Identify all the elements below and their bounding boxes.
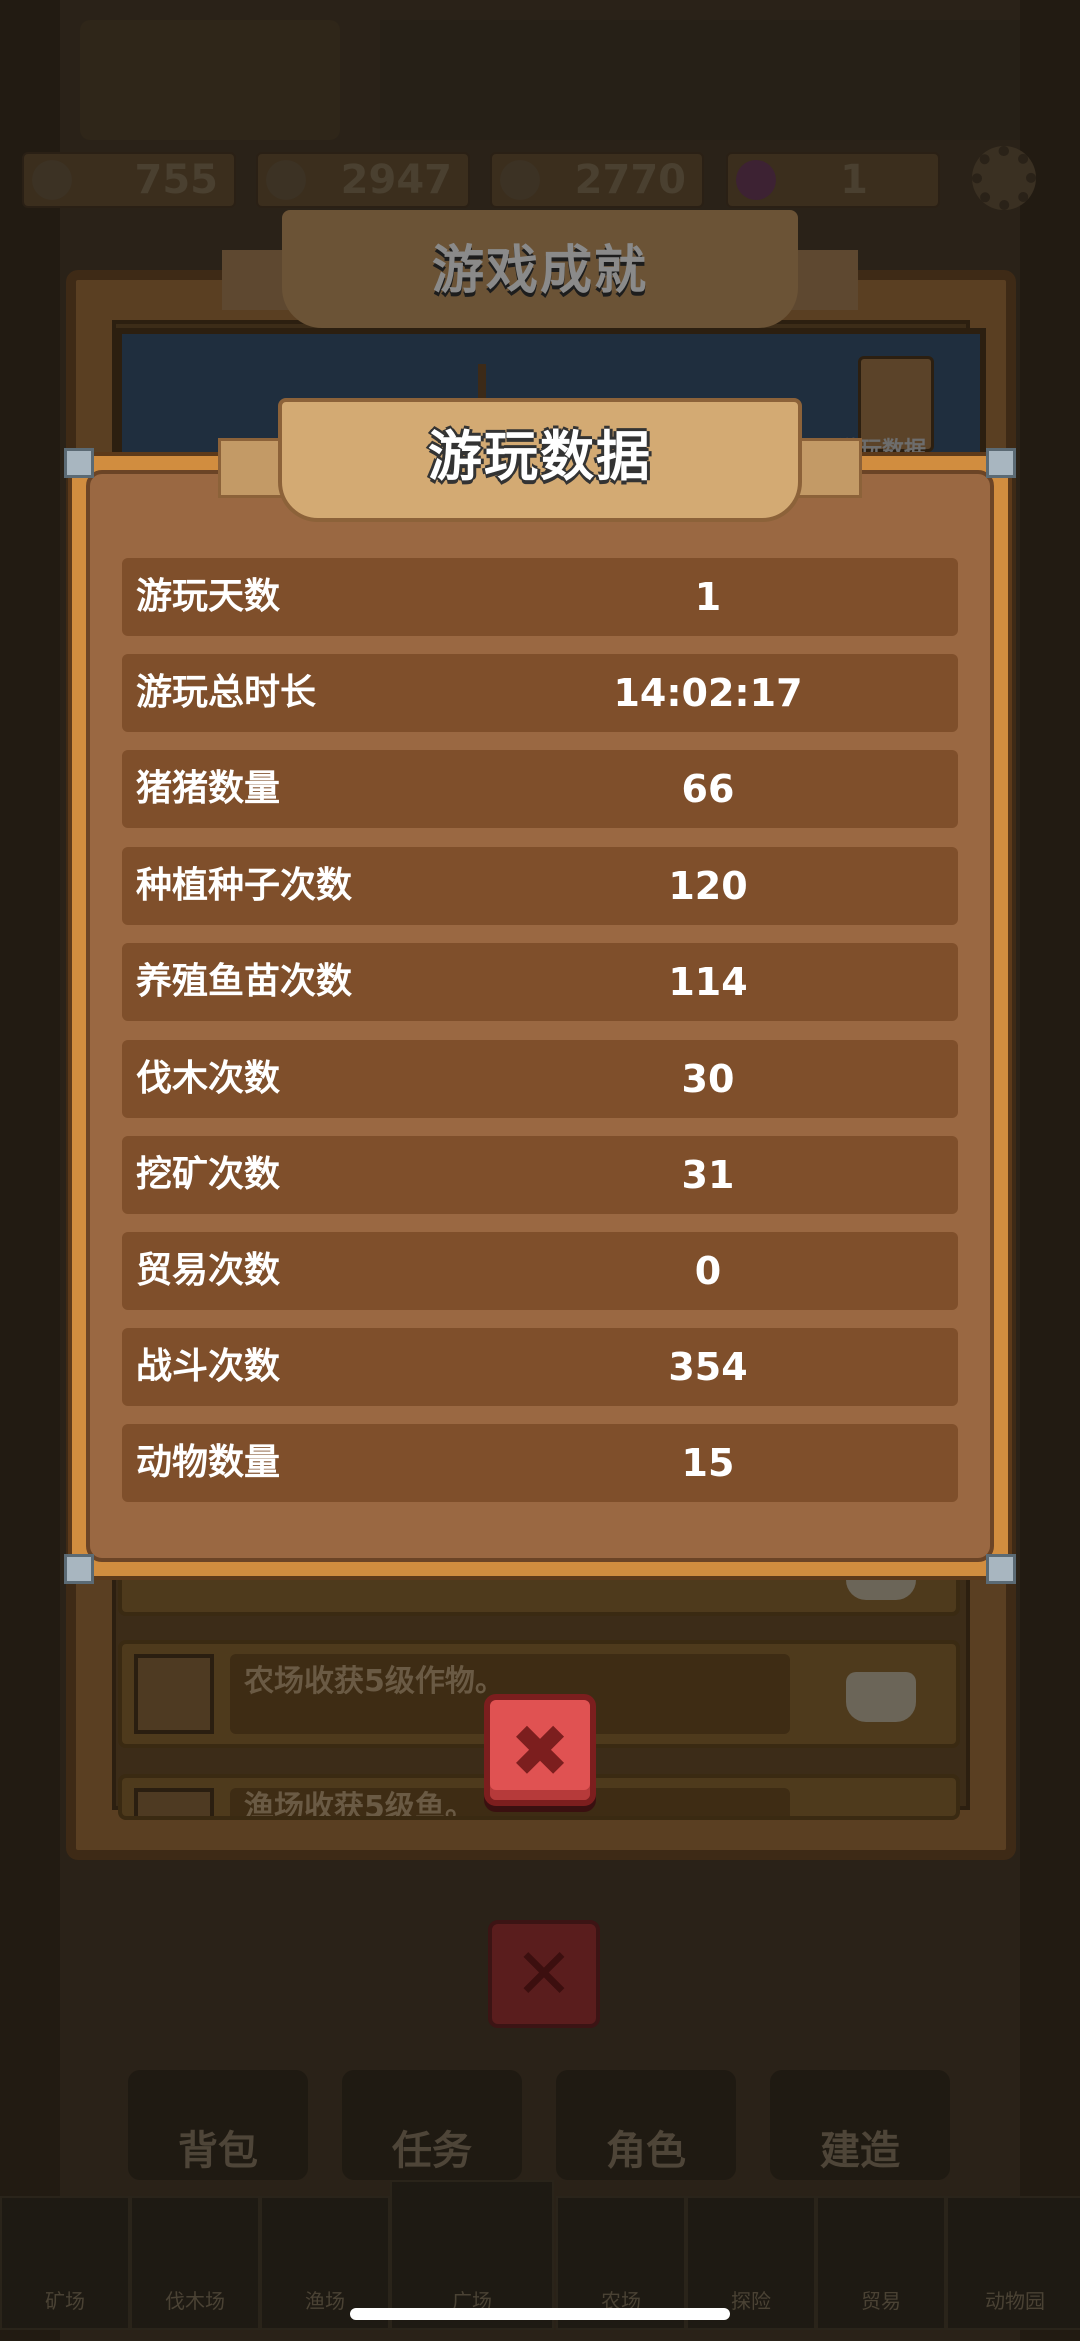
stat-row-pig-count: 猪猪数量 66 xyxy=(122,750,958,828)
settings-gear-icon[interactable] xyxy=(972,146,1036,210)
home-indicator[interactable] xyxy=(350,2308,730,2320)
achievement-badge-icon xyxy=(134,1788,214,1816)
stat-row-battles: 战斗次数 354 xyxy=(122,1328,958,1406)
coin-icon xyxy=(32,160,72,200)
heart-icon xyxy=(736,160,776,200)
character-button[interactable]: 角色 xyxy=(556,2070,736,2180)
card-icon xyxy=(266,160,306,200)
tab-zoo[interactable]: 动物园 xyxy=(946,2196,1080,2330)
stat-row-logging: 伐木次数 30 xyxy=(122,1040,958,1118)
achievement-badge-icon xyxy=(134,1654,214,1734)
backpack-button[interactable]: 背包 xyxy=(128,2070,308,2180)
stat-row-mining: 挖矿次数 31 xyxy=(122,1136,958,1214)
build-button[interactable]: 建造 xyxy=(770,2070,950,2180)
hearts-counter: 1 xyxy=(726,152,940,208)
panel-corner xyxy=(986,448,1016,478)
tasks-button[interactable]: 任务 xyxy=(342,2070,522,2180)
close-x-icon: ✖ xyxy=(509,1709,571,1793)
right-edge-scene xyxy=(1020,0,1080,2341)
ore-icon xyxy=(500,160,540,200)
stat-row-fish-raised: 养殖鱼苗次数 114 xyxy=(122,943,958,1021)
achievement-text: 渔场收获5级鱼。 xyxy=(244,1790,475,1820)
stat-row-trades: 贸易次数 0 xyxy=(122,1232,958,1310)
panel-corner xyxy=(64,1554,94,1584)
panel-corner xyxy=(64,448,94,478)
bg-building xyxy=(80,20,340,140)
play-data-banner: 游玩数据 xyxy=(218,398,862,522)
achievements-title: 游戏成就 xyxy=(431,241,648,301)
gold-counter: 755 xyxy=(22,152,236,208)
achievements-banner: 游戏成就 xyxy=(222,210,858,328)
resource2-counter: 2947 xyxy=(256,152,470,208)
stat-row-total-playtime: 游玩总时长 14:02:17 xyxy=(122,654,958,732)
bg-scenery xyxy=(380,20,1020,140)
tab-trade[interactable]: 贸易 xyxy=(816,2196,946,2330)
panel-corner xyxy=(986,1554,1016,1584)
tab-mine[interactable]: 矿场 xyxy=(0,2196,130,2330)
play-data-title: 游玩数据 xyxy=(428,425,652,488)
claim-hand-icon[interactable] xyxy=(846,1672,916,1722)
tab-lumberyard[interactable]: 伐木场 xyxy=(130,2196,260,2330)
close-button[interactable]: ✖ xyxy=(484,1694,596,1806)
background-close-button[interactable]: ✕ xyxy=(488,1920,600,2028)
stat-row-animals: 动物数量 15 xyxy=(122,1424,958,1502)
stat-row-play-days: 游玩天数 1 xyxy=(122,558,958,636)
left-edge-scene xyxy=(0,0,60,2341)
stat-row-seeds-planted: 种植种子次数 120 xyxy=(122,847,958,925)
resource3-counter: 2770 xyxy=(490,152,704,208)
achievement-text: 农场收获5级作物。 xyxy=(244,1664,505,1699)
